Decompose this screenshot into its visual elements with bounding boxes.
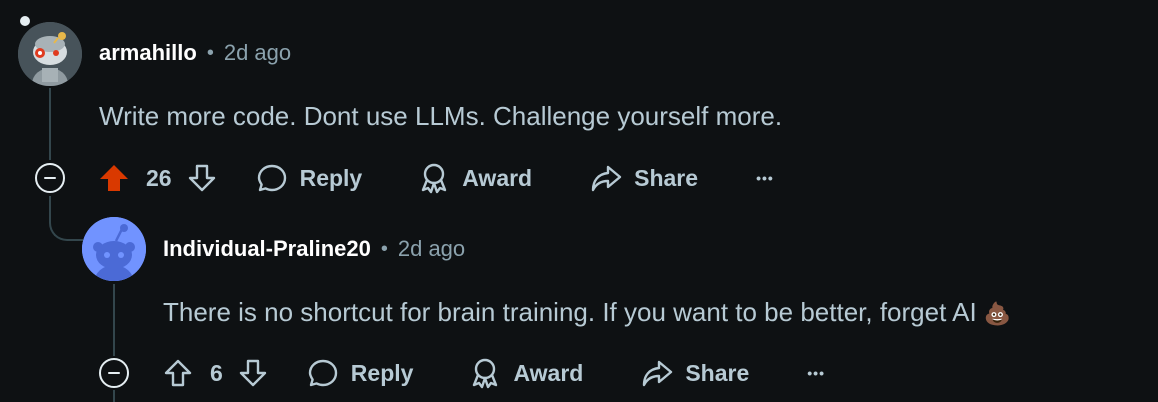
comment-thread: armahillo • 2d ago Write more code. Dont…	[0, 0, 1158, 402]
share-label: Share	[634, 164, 699, 191]
reply-button[interactable]: Reply	[307, 357, 414, 389]
thread-line-parent[interactable]	[49, 88, 51, 160]
award-label: Award	[513, 359, 584, 386]
minus-circle-icon	[108, 372, 120, 374]
comment-meta: armahillo • 2d ago	[99, 38, 291, 68]
upvote-button[interactable]	[98, 162, 132, 194]
avatar[interactable]	[18, 22, 82, 86]
comment-body-text: There is no shortcut for brain training.…	[163, 297, 977, 327]
thread-line-branch[interactable]	[49, 205, 83, 241]
vote-count: 6	[210, 359, 223, 386]
more-options-button[interactable]: •••	[756, 170, 774, 186]
timestamp-link[interactable]: 2d ago	[224, 40, 291, 66]
comment-actions: 6 Reply Award Share •••	[162, 353, 825, 393]
username-link[interactable]: armahillo	[99, 40, 197, 66]
share-button[interactable]: Share	[641, 357, 749, 389]
arrow-up-icon	[164, 359, 192, 387]
minus-circle-icon	[44, 177, 56, 179]
award-ribbon-icon	[422, 163, 447, 194]
share-label: Share	[685, 359, 750, 386]
arrow-up-icon	[100, 165, 128, 191]
meta-separator: •	[206, 41, 214, 64]
comment-body: There is no shortcut for brain training.…	[163, 297, 1011, 328]
reply-button[interactable]: Reply	[256, 162, 363, 194]
award-ribbon-icon	[473, 358, 498, 389]
online-indicator	[20, 16, 30, 26]
speech-bubble-icon	[257, 164, 286, 192]
award-button[interactable]: Award	[469, 357, 583, 389]
more-options-button[interactable]: •••	[807, 365, 825, 381]
meta-separator: •	[380, 237, 388, 260]
award-button[interactable]: Award	[418, 162, 532, 194]
comment-meta: Individual-Praline20 • 2d ago	[163, 234, 465, 264]
comment-body: Write more code. Dont use LLMs. Challeng…	[99, 101, 783, 131]
speech-bubble-icon	[308, 359, 337, 387]
username-link[interactable]: Individual-Praline20	[163, 236, 371, 262]
arrow-down-icon	[239, 359, 266, 387]
reply-label: Reply	[350, 359, 414, 386]
snoo-avatar-icon	[18, 22, 82, 86]
award-label: Award	[462, 164, 533, 191]
reply-label: Reply	[299, 164, 363, 191]
comment-actions: 26 Reply Award Share •••	[98, 158, 774, 198]
arrow-down-icon	[188, 164, 215, 192]
vote-count: 26	[146, 164, 172, 191]
downvote-button[interactable]	[186, 162, 218, 194]
poop-emoji-icon: 💩	[983, 301, 1012, 326]
upvote-button[interactable]	[162, 357, 196, 389]
collapse-button[interactable]	[35, 163, 65, 193]
downvote-button[interactable]	[237, 357, 269, 389]
default-snoo-icon	[82, 217, 146, 281]
share-arrow-icon	[643, 360, 673, 387]
share-arrow-icon	[591, 165, 622, 192]
thread-line-reply[interactable]	[113, 284, 115, 356]
share-button[interactable]: Share	[590, 162, 698, 194]
timestamp-link[interactable]: 2d ago	[398, 236, 465, 262]
thread-line-reply-lower[interactable]	[113, 390, 115, 402]
collapse-button[interactable]	[99, 358, 129, 388]
avatar[interactable]	[82, 217, 146, 281]
